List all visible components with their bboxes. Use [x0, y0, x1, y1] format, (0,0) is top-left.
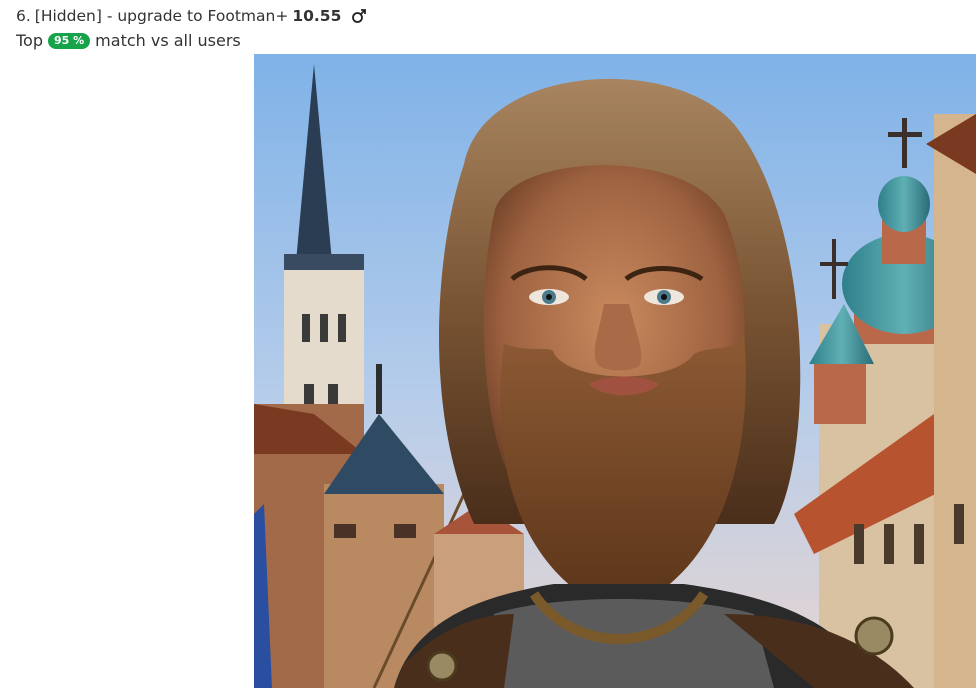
score-value: 10.55 [292, 7, 342, 25]
match-percent-badge: 95 % [48, 33, 91, 49]
match-suffix: match vs all users [95, 31, 241, 50]
profile-photo[interactable] [254, 54, 976, 688]
match-prefix: Top [16, 31, 43, 50]
male-symbol-icon [351, 8, 367, 24]
profile-card: 6. [Hidden] - upgrade to Footman+ 10.55 … [0, 0, 976, 688]
profile-header: 6. [Hidden] - upgrade to Footman+ 10.55 [16, 6, 367, 26]
match-summary: Top 95 % match vs all users [16, 31, 241, 51]
rank-number: 6. [16, 7, 31, 25]
hidden-name-upgrade-link[interactable]: [Hidden] - upgrade to Footman+ [35, 6, 289, 26]
